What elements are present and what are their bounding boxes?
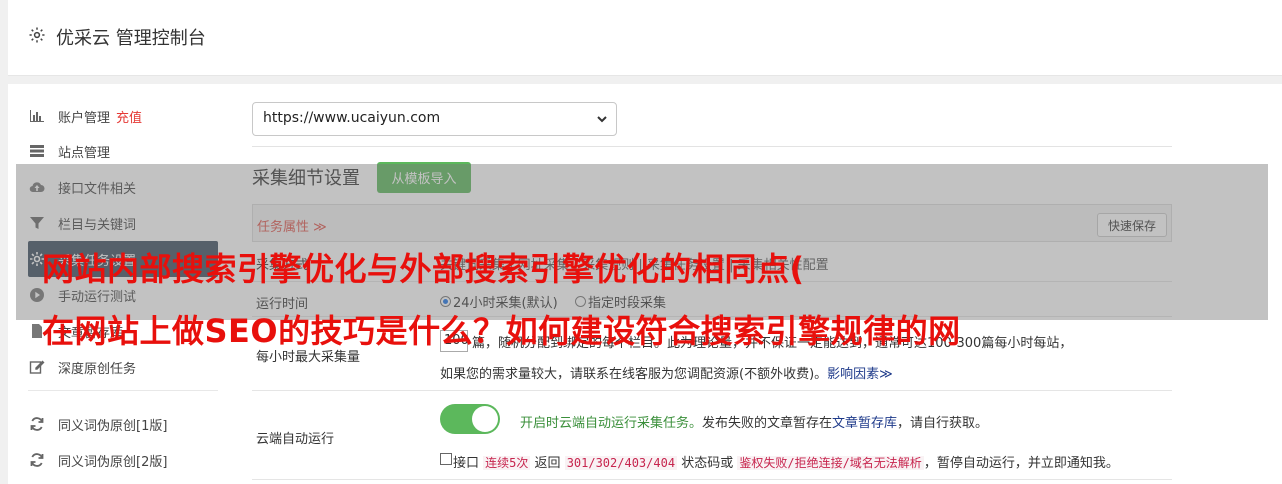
refresh-icon (28, 416, 46, 432)
page-title: 优采云 管理控制台 (56, 28, 206, 49)
server-icon (28, 143, 46, 159)
toggle-knob (472, 406, 498, 432)
sidebar-item-label: 同义词伪原创[1版] (58, 418, 168, 434)
divider (252, 390, 1172, 391)
sidebar-item-synonym-v1[interactable]: 同义词伪原创[1版] (28, 406, 218, 442)
max-per-hour-note: 如果您的需求量较大，请联系在线客服为您调配资源(不额外收费)。影响因素≫ (440, 363, 893, 382)
cloud-auto-desc-tail: ，请自行获取。 (897, 416, 989, 431)
sidebar-item-label: 站点管理 (58, 145, 111, 161)
overlay-line-2: 在网站上做SEO的技巧是什么？如何建设符合搜索引擎规律的网 (42, 312, 961, 350)
code-status: 301/302/403/404 (564, 456, 678, 470)
api-suffix: ，暂停自动运行，并立即通知我。 (923, 456, 1119, 471)
code-errors: 鉴权失败/拒绝连接/域名无法解析 (737, 456, 924, 470)
gear-icon (29, 27, 45, 43)
sidebar-item-deep-original[interactable]: 深度原创任务 (28, 349, 218, 385)
article-store-link[interactable]: 文章暂存库 (832, 416, 897, 431)
article-title-overlay: 网站内部搜索引擎优化与外部搜索引擎优化的相同点( 在网站上做SEO的技巧是什么？… (16, 164, 1268, 350)
bar-chart-icon (28, 108, 46, 124)
cloud-auto-desc: 开启时云端自动运行采集任务。发布失败的文章暂存在文章暂存库，请自行获取。 (520, 412, 988, 431)
influence-factors-link[interactable]: 影响因素≫ (827, 367, 893, 382)
refresh-icon (28, 452, 46, 468)
sidebar-divider (28, 390, 218, 391)
cloud-auto-label: 云端自动运行 (256, 432, 335, 447)
cloud-auto-desc-text: 发布失败的文章暂存在 (702, 416, 833, 431)
sidebar-item-account[interactable]: 账户管理 充值 (28, 98, 218, 134)
code-consecutive: 连续5次 (483, 456, 531, 470)
divider (252, 146, 1172, 147)
api-prefix: 接口 (453, 456, 480, 471)
recharge-link[interactable]: 充值 (116, 107, 142, 126)
api-failure-checkbox[interactable] (440, 453, 452, 465)
sidebar-item-label: 账户管理 (58, 110, 111, 126)
divider (252, 479, 1172, 480)
overlay-line-1: 网站内部搜索引擎优化与外部搜索引擎优化的相同点( (42, 250, 805, 288)
sidebar-item-label: 同义词伪原创[2版] (58, 454, 168, 470)
cloud-auto-desc-highlight: 开启时云端自动运行采集任务。 (520, 416, 703, 431)
sidebar-item-label: 深度原创任务 (58, 361, 137, 377)
edit-icon (28, 359, 46, 375)
site-select[interactable]: https://www.ucaiyun.com (252, 102, 617, 136)
sidebar-item-synonym-v2[interactable]: 同义词伪原创[2版] (28, 442, 218, 478)
chevron-down-icon (597, 116, 607, 123)
api-mid1: 返回 (534, 456, 561, 471)
site-select-value: https://www.ucaiyun.com (263, 110, 441, 126)
api-mid2: 状态码或 (681, 456, 734, 471)
top-bar: 优采云 管理控制台 (8, 0, 1282, 76)
api-failure-desc: 接口 连续5次 返回 301/302/403/404 状态码或 鉴权失败/拒绝连… (453, 452, 1119, 471)
cloud-auto-toggle[interactable] (440, 404, 500, 434)
max-per-hour-note-text: 如果您的需求量较大，请联系在线客服为您调配资源(不额外收费)。 (440, 367, 828, 382)
